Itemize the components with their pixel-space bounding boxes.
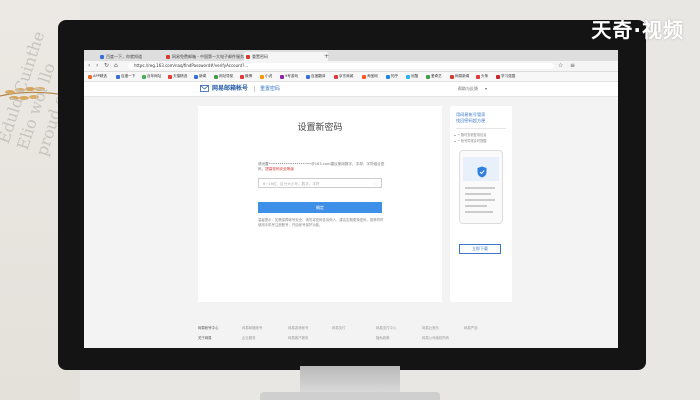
reset-password-card: 设置新密码 请设置••••••••••••••••••••@163.com建议使… bbox=[198, 106, 442, 302]
footer-link[interactable]: 网易支付中心 bbox=[376, 326, 396, 331]
bookmark-item[interactable]: 学习强国 bbox=[496, 73, 515, 80]
eye-icon[interactable]: ◌ bbox=[375, 179, 379, 189]
star-icon[interactable]: ☆ bbox=[558, 62, 563, 70]
phone-mockup-image bbox=[459, 150, 503, 224]
address-bar: ‹ › ↻ ⌂ https://reg.163.com/naq/findPass… bbox=[84, 61, 618, 72]
refresh-icon[interactable]: ↻ bbox=[104, 62, 109, 70]
brand-title[interactable]: 网易邮箱帐号 bbox=[212, 84, 248, 94]
netease-icon bbox=[246, 55, 250, 59]
bookmark-item[interactable]: 网易新闻 bbox=[450, 73, 469, 80]
tab-reset-password[interactable]: 重置密码 bbox=[244, 52, 328, 61]
bookmark-item[interactable]: 网址导航 bbox=[214, 73, 233, 80]
home-icon[interactable]: ⌂ bbox=[114, 62, 118, 70]
back-icon[interactable]: ‹ bbox=[88, 62, 90, 70]
footer-link[interactable]: 隐私政策 bbox=[376, 336, 390, 341]
app-promo-panel: 用网易帐号管家 找回密码超方便 • 随时查看登录信息 • 帐号异常实时提醒 立即… bbox=[450, 106, 512, 302]
new-tab-button[interactable]: + bbox=[324, 52, 329, 61]
footer-link[interactable]: 网易帐号中心 bbox=[198, 326, 218, 331]
page-header: 网易邮箱帐号 重置密码 帮助与反馈 ▾ bbox=[84, 82, 618, 97]
forward-icon[interactable]: › bbox=[96, 62, 98, 70]
bookmark-item[interactable]: 淘宝网 bbox=[362, 73, 378, 80]
download-app-button[interactable]: 立即下载 bbox=[459, 244, 501, 254]
bookmark-item[interactable]: APP精选 bbox=[88, 73, 107, 80]
menu-icon[interactable]: ≡ bbox=[570, 62, 575, 70]
url-field[interactable]: https://reg.163.com/naq/findPassword#/ve… bbox=[128, 63, 554, 69]
bookmark-item[interactable]: 知乎 bbox=[386, 73, 398, 80]
bookmark-item[interactable]: 百度一下 bbox=[116, 73, 135, 80]
divider bbox=[456, 128, 506, 129]
divider bbox=[254, 86, 255, 92]
footer-link[interactable]: 企业服务 bbox=[242, 336, 256, 341]
tab-label: 百度一下，你就知道 bbox=[106, 54, 142, 59]
card-description: 请设置••••••••••••••••••••@163.com建议使用数字、字母… bbox=[258, 162, 385, 171]
help-feedback-link[interactable]: 帮助与反馈 bbox=[458, 84, 478, 94]
footer-link[interactable]: 网易严选 bbox=[464, 326, 478, 331]
promo-feature: • 帐号异常实时提醒 bbox=[453, 139, 487, 143]
footer-link[interactable]: 网易邮箱帐号 bbox=[242, 326, 262, 331]
watermark-logo: 天奇·视频 bbox=[591, 18, 684, 42]
page-footer: 网易帐号中心 网易邮箱帐号 网易游戏帐号 网易支付 网易支付中心 网易云音乐 网… bbox=[84, 320, 618, 348]
tab-baidu[interactable]: 百度一下，你就知道 bbox=[98, 52, 168, 61]
page-title: 重置密码 bbox=[260, 86, 281, 92]
bookmark-item[interactable]: 百度翻译 bbox=[306, 73, 325, 80]
baidu-icon bbox=[100, 55, 104, 59]
bookmark-item[interactable]: 新闻 bbox=[194, 73, 206, 80]
tab-label: 网易免费邮箱 - 中国第一大电子邮件服务商 bbox=[172, 54, 248, 59]
chevron-down-icon[interactable]: ▾ bbox=[485, 84, 487, 94]
highlight-text: 提高密码安全等级 bbox=[265, 167, 294, 171]
promo-title: 用网易帐号管家 找回密码超方便 bbox=[456, 112, 486, 123]
netease-icon bbox=[166, 55, 170, 59]
tab-label: 重置密码 bbox=[252, 54, 268, 59]
bookmark-item[interactable]: 京东商城 bbox=[334, 73, 353, 80]
promo-feature: • 随时查看登录信息 bbox=[453, 133, 487, 137]
tab-163-mail[interactable]: 网易免费邮箱 - 中国第一大电子邮件服务商 bbox=[164, 52, 248, 61]
bookmark-item[interactable]: 9号游戏 bbox=[280, 73, 298, 80]
bookmarks-bar: APP精选 百度一下 百年网址 天猫精选 新闻 网址导航 微博 小说 9号游戏 … bbox=[84, 72, 618, 82]
confirm-button[interactable]: 确定 bbox=[258, 202, 382, 213]
shield-icon bbox=[477, 166, 487, 178]
bookmark-item[interactable]: 百年网址 bbox=[142, 73, 161, 80]
footer-link[interactable]: 网易客户服务 bbox=[288, 336, 308, 341]
bookmark-item[interactable]: 微博 bbox=[240, 73, 252, 80]
tab-bar: 百度一下，你就知道 网易免费邮箱 - 中国第一大电子邮件服务商 重置密码 + bbox=[84, 50, 618, 61]
monitor-base bbox=[260, 392, 440, 400]
bookmark-item[interactable]: 优酷 bbox=[406, 73, 418, 80]
browser-window: 百度一下，你就知道 网易免费邮箱 - 中国第一大电子邮件服务商 重置密码 + ‹… bbox=[84, 50, 618, 348]
footer-link[interactable]: 网易游戏帐号 bbox=[288, 326, 308, 331]
bookmark-item[interactable]: 头条 bbox=[476, 73, 488, 80]
new-password-input[interactable]: 6~16位，区分大小写，数字、字符 ◌ bbox=[258, 178, 382, 188]
footer-copyright: 网易公司版权所有 bbox=[422, 336, 450, 340]
bookmark-item[interactable]: 爱奇艺 bbox=[426, 73, 442, 80]
tips-text: 温馨提示：如需保障帐号安全，请勿将密码告诉他人，建议定期更换密码，推荐同时使用手… bbox=[258, 218, 384, 227]
mail-icon bbox=[200, 85, 209, 92]
bookmark-item[interactable]: 小说 bbox=[260, 73, 272, 80]
input-placeholder: 6~16位，区分大小写，数字、字符 bbox=[263, 182, 320, 186]
bookmark-item[interactable]: 天猫精选 bbox=[168, 73, 187, 80]
card-title: 设置新密码 bbox=[297, 123, 343, 133]
footer-link[interactable]: 关于网易 bbox=[198, 336, 212, 341]
footer-link[interactable]: 网易云音乐 bbox=[422, 326, 439, 331]
footer-link[interactable]: 网易支付 bbox=[332, 326, 346, 331]
masked-account: ••••••••••••••••••••@163.com bbox=[268, 162, 331, 166]
